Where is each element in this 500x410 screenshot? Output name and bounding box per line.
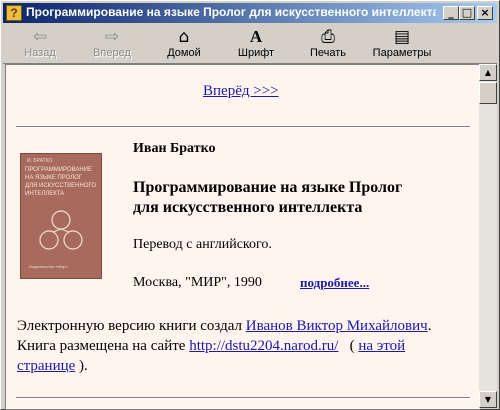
book-cover-image: И. БРАТКО ПРОГРАММИРОВАНИЕ НА ЯЗЫКЕ ПРОЛ…: [20, 153, 102, 279]
print-label: Печать: [309, 47, 347, 59]
ebook-text: Электронную версию книги создал: [17, 318, 242, 334]
maximize-button[interactable]: □: [459, 6, 475, 20]
book-title-line: для искусственного интеллекта: [133, 199, 363, 216]
book-author: Иван Братко: [133, 141, 216, 156]
back-arrow-icon: ⇦: [32, 27, 48, 47]
window-title: Программирование на языке Пролог для иск…: [26, 5, 436, 19]
cover-title: ПРОГРАММИРОВАНИЕ НА ЯЗЫКЕ ПРОЛОГ ДЛЯ ИСК…: [25, 166, 96, 198]
font-button[interactable]: A Шрифт: [227, 27, 285, 61]
scroll-down-button[interactable]: ▼: [479, 391, 497, 408]
this-page-link[interactable]: на этой: [358, 338, 405, 354]
book-title: Программирование на языке Пролог для иск…: [133, 178, 402, 218]
options-label: Параметры: [372, 47, 432, 59]
credits-paragraph: Электронную версию книги создал Иванов В…: [17, 316, 431, 376]
home-icon: ⌂: [178, 27, 190, 47]
forward-label: Вперед: [93, 47, 131, 59]
cover-title-line: ПРОГРАММИРОВАНИЕ: [25, 167, 92, 173]
ebook-end: .: [427, 318, 432, 334]
minimize-button[interactable]: _: [443, 6, 459, 20]
options-button[interactable]: ▤ Параметры: [369, 27, 435, 61]
font-icon: A: [249, 27, 263, 46]
scroll-thumb[interactable]: [479, 82, 497, 104]
cover-title-line: ИНТЕЛЛЕКТА: [25, 191, 65, 197]
back-label: Назад: [24, 47, 56, 59]
publisher-info: Москва, "МИР", 1990: [133, 275, 262, 290]
this-page-link-cont[interactable]: странице: [17, 358, 75, 374]
title-bar[interactable]: ? Программирование на языке Пролог для и…: [3, 3, 497, 23]
creator-link[interactable]: Иванов Виктор Михайлович: [246, 318, 428, 334]
home-label: Домой: [167, 47, 201, 59]
font-label: Шрифт: [237, 47, 275, 59]
options-icon: ▤: [393, 27, 411, 47]
cover-title-line: ДЛЯ ИСКУССТВЕННОГО: [25, 183, 97, 189]
site-link[interactable]: http://dstu2204.narod.ru/: [189, 338, 338, 354]
cover-circles-illustration: [39, 210, 83, 250]
close-button[interactable]: ×: [477, 6, 493, 20]
toolbar: ⇦ Назад ⇨ Вперед ⌂ Домой A Шрифт ⎙ Печат…: [3, 25, 497, 64]
hosted-text: Книга размещена на сайте: [17, 338, 186, 354]
help-content-pane[interactable]: Вперёд >>> И. БРАТКО ПРОГРАММИРОВАНИЕ НА…: [5, 64, 480, 410]
credits-line-1: Электронную версию книги создал Иванов В…: [17, 316, 431, 336]
home-button[interactable]: ⌂ Домой: [155, 27, 213, 61]
forward-arrow-icon: ⇨: [104, 27, 120, 47]
translation-note: Перевод с английского.: [133, 237, 272, 252]
app-window: ? Программирование на языке Пролог для и…: [0, 0, 500, 410]
credits-line-2: Книга размещена на сайте http://dstu2204…: [17, 336, 431, 356]
forward-page-link[interactable]: Вперёд >>>: [203, 83, 279, 100]
more-details-link[interactable]: подробнее...: [300, 275, 369, 291]
cover-title-line: НА ЯЗЫКЕ ПРОЛОГ: [25, 175, 83, 181]
forward-button[interactable]: ⇨ Вперед: [83, 27, 141, 61]
vertical-scrollbar[interactable]: ▲ ▼: [479, 64, 497, 408]
cover-author: И. БРАТКО: [27, 158, 53, 164]
credits-line-3: странице ).: [17, 356, 431, 376]
bottom-divider: [16, 397, 470, 399]
paren-open: (: [349, 338, 355, 354]
print-button[interactable]: ⎙ Печать: [299, 27, 357, 61]
book-title-line: Программирование на языке Пролог: [133, 179, 403, 196]
top-divider: [16, 126, 470, 128]
cover-publisher: Издательство «Мир»: [29, 264, 68, 269]
paren-close: ).: [79, 358, 88, 374]
scroll-up-button[interactable]: ▲: [479, 64, 497, 81]
print-icon: ⎙: [321, 27, 335, 47]
back-button[interactable]: ⇦ Назад: [11, 27, 69, 61]
help-book-icon: ?: [6, 5, 22, 21]
